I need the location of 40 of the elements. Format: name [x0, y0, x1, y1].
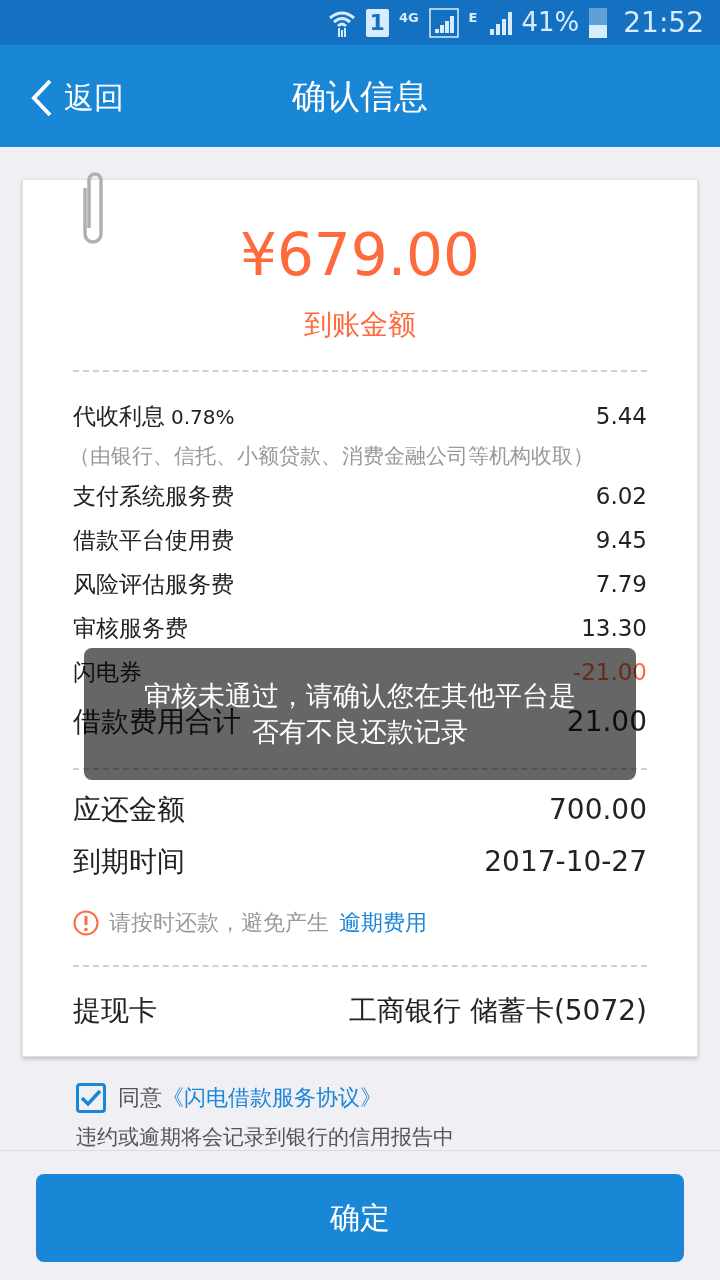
- agreement-link[interactable]: 《闪电借款服务协议》: [162, 1081, 382, 1114]
- overdue-fee-link[interactable]: 逾期费用: [339, 906, 427, 939]
- back-icon: [30, 77, 54, 118]
- fee-value: 5.44: [595, 401, 647, 431]
- amount-label: 到账金额: [304, 307, 416, 343]
- agree-text: 同意: [118, 1084, 162, 1112]
- fee-value: 9.45: [595, 525, 647, 555]
- battery-percent: 41%: [521, 6, 580, 39]
- signal-icon: [428, 7, 459, 38]
- page-title: 确认信息: [292, 74, 428, 118]
- network-label: E: [468, 9, 478, 27]
- fee-label: 风险评估服务费: [73, 569, 234, 599]
- repay-value: 2017-10-27: [484, 844, 647, 880]
- check-icon: [80, 1088, 102, 1107]
- warning-icon: [73, 909, 99, 936]
- fee-value: 7.79: [595, 569, 647, 599]
- repay-value: 700.00: [549, 792, 647, 828]
- back-button[interactable]: 返回: [30, 75, 124, 120]
- warning-text: 请按时还款，避免产生: [109, 909, 329, 937]
- fee-label: 借款平台使用费: [73, 525, 234, 555]
- card-label: 提现卡: [73, 993, 157, 1029]
- agree-checkbox[interactable]: [76, 1082, 106, 1113]
- repay-label: 到期时间: [73, 844, 185, 880]
- amount-value: ¥679.00: [240, 220, 480, 290]
- fee-value: 6.02: [595, 481, 647, 511]
- signal-icon: [487, 10, 512, 35]
- sim-badge: 1: [365, 8, 389, 37]
- fee-value: 13.30: [581, 613, 647, 643]
- fee-label: 闪电券: [73, 657, 142, 687]
- credit-notice: 违约或逾期将会记录到银行的信用报告中: [75, 1124, 455, 1151]
- network-label: 4G: [398, 9, 419, 27]
- fee-label: 支付系统服务费: [73, 481, 234, 511]
- fee-label: 审核服务费: [73, 613, 188, 643]
- clock: 21:52: [623, 4, 704, 41]
- fee-label: 代收利息: [73, 401, 165, 431]
- confirm-button[interactable]: 确定: [36, 1173, 684, 1262]
- fee-rate: 0.78%: [171, 403, 235, 431]
- repay-label: 应还金额: [73, 792, 185, 828]
- fee-note: （由银行、信托、小额贷款、消费金融公司等机构收取）: [69, 443, 595, 470]
- card-value: 工商银行 储蓄卡(5072): [349, 993, 647, 1029]
